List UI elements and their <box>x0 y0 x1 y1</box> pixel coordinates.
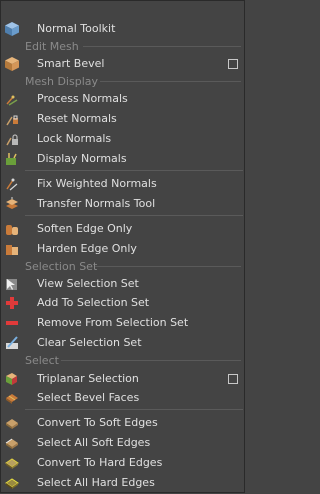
view-set-icon <box>4 276 20 292</box>
select-soft-icon <box>4 435 20 451</box>
menu-item-process-normals[interactable]: Process Normals <box>1 89 244 109</box>
option-box-icon[interactable] <box>228 59 238 69</box>
section-divider <box>100 81 241 82</box>
menu-item-label: Clear Selection Set <box>37 336 142 349</box>
section-divider <box>83 46 241 47</box>
section-divider <box>95 266 241 267</box>
bevel-faces-icon <box>4 390 20 406</box>
menu-separator <box>25 170 243 171</box>
menu-item-soften-edge-only[interactable]: Soften Edge Only <box>1 219 244 239</box>
weighted-normals-icon <box>4 176 20 192</box>
menu-item-view-selection-set[interactable]: View Selection Set <box>1 274 244 294</box>
menu-item-clear-selection-set[interactable]: Clear Selection Set <box>1 333 244 353</box>
menu-item-label: Convert To Soft Edges <box>37 416 158 429</box>
normal-toolkit-menu: Normal Toolkit Edit Mesh Smart Bevel Mes… <box>0 0 245 493</box>
menu-item-smart-bevel[interactable]: Smart Bevel <box>1 54 244 74</box>
option-box-icon[interactable] <box>228 374 238 384</box>
menu-item-triplanar-selection[interactable]: Triplanar Selection <box>1 369 244 389</box>
menu-item-label: Harden Edge Only <box>37 242 137 255</box>
section-header-select: Select <box>25 353 243 368</box>
cube-icon <box>4 21 20 37</box>
menu-item-label: View Selection Set <box>37 277 139 290</box>
menu-item-label: Remove From Selection Set <box>37 316 189 329</box>
menu-item-label: Reset Normals <box>37 112 117 125</box>
section-header-selection-set: Selection Set <box>25 259 243 274</box>
soften-edge-icon <box>4 221 20 237</box>
menu-item-label: Soften Edge Only <box>37 222 133 235</box>
add-plus-icon <box>4 295 20 311</box>
section-title: Mesh Display <box>25 75 99 88</box>
menu-item-convert-to-soft-edges[interactable]: Convert To Soft Edges <box>1 413 244 433</box>
select-hard-icon <box>4 475 20 491</box>
menu-item-label: Normal Toolkit <box>37 22 116 35</box>
menu-item-label: Process Normals <box>37 92 128 105</box>
section-divider <box>61 360 241 361</box>
section-header-mesh-display: Mesh Display <box>25 74 243 89</box>
menu-item-reset-normals[interactable]: Reset Normals <box>1 109 244 129</box>
normals-lock-icon <box>4 131 20 147</box>
menu-item-add-to-selection-set[interactable]: Add To Selection Set <box>1 293 244 313</box>
menu-item-label: Select Bevel Faces <box>37 391 140 404</box>
menu-item-fix-weighted-normals[interactable]: Fix Weighted Normals <box>1 174 244 194</box>
menu-item-label: Select All Soft Edges <box>37 436 151 449</box>
normals-display-icon <box>4 151 20 167</box>
menu-item-select-all-soft-edges[interactable]: Select All Soft Edges <box>1 433 244 453</box>
clear-set-icon <box>4 335 20 351</box>
section-header-edit-mesh: Edit Mesh <box>25 39 243 54</box>
normals-reset-icon <box>4 111 20 127</box>
menu-item-label: Transfer Normals Tool <box>37 197 156 210</box>
section-title: Select <box>25 354 59 367</box>
harden-edge-icon <box>4 241 20 257</box>
section-title: Edit Mesh <box>25 40 79 53</box>
menu-item-label: Smart Bevel <box>37 57 105 70</box>
convert-hard-icon <box>4 455 20 471</box>
menu-item-label: Lock Normals <box>37 132 112 145</box>
normals-process-icon <box>4 91 20 107</box>
menu-item-display-normals[interactable]: Display Normals <box>1 149 244 169</box>
menu-item-label: Fix Weighted Normals <box>37 177 157 190</box>
menu-item-label: Triplanar Selection <box>37 372 139 385</box>
menu-separator <box>25 215 243 216</box>
section-title: Selection Set <box>25 260 98 273</box>
menu-item-transfer-normals-tool[interactable]: Transfer Normals Tool <box>1 194 244 214</box>
transfer-normals-icon <box>4 196 20 212</box>
menu-item-harden-edge-only[interactable]: Harden Edge Only <box>1 239 244 259</box>
menu-item-select-bevel-faces[interactable]: Select Bevel Faces <box>1 388 244 408</box>
menu-item-normal-toolkit[interactable]: Normal Toolkit <box>1 19 244 39</box>
menu-item-convert-to-hard-edges[interactable]: Convert To Hard Edges <box>1 453 244 473</box>
menu-item-lock-normals[interactable]: Lock Normals <box>1 129 244 149</box>
menu-item-label: Display Normals <box>37 152 127 165</box>
menu-item-remove-from-selection-set[interactable]: Remove From Selection Set <box>1 313 244 333</box>
menu-item-label: Convert To Hard Edges <box>37 456 163 469</box>
bevel-cube-icon <box>4 56 20 72</box>
convert-soft-icon <box>4 415 20 431</box>
menu-item-label: Add To Selection Set <box>37 296 150 309</box>
menu-item-label: Select All Hard Edges <box>37 476 155 489</box>
menu-separator <box>25 409 243 410</box>
menu-item-select-all-hard-edges[interactable]: Select All Hard Edges <box>1 473 244 493</box>
triplanar-icon <box>4 371 20 387</box>
remove-minus-icon <box>4 315 20 331</box>
